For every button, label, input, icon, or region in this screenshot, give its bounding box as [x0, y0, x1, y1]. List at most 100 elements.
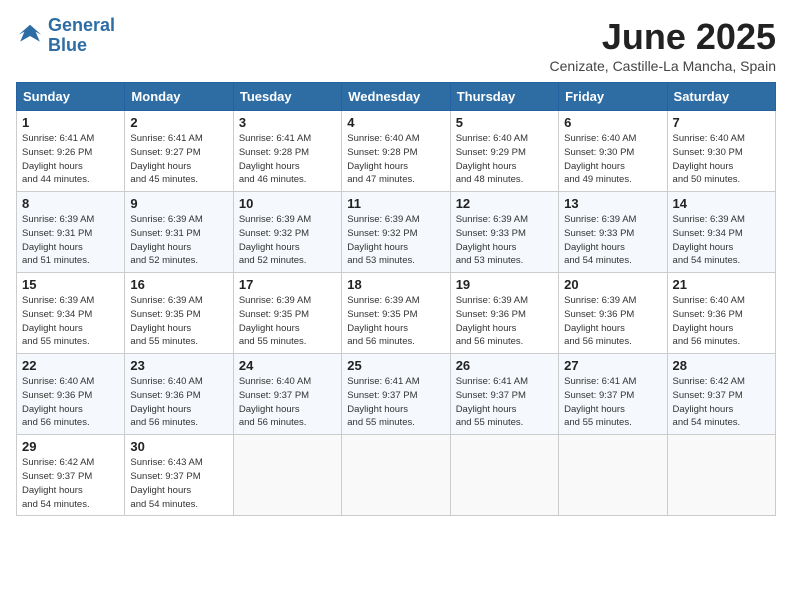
calendar-cell: 18 Sunrise: 6:39 AM Sunset: 9:35 PM Dayl… [342, 273, 450, 354]
calendar-cell: 27 Sunrise: 6:41 AM Sunset: 9:37 PM Dayl… [559, 354, 667, 435]
day-number: 30 [130, 439, 227, 454]
calendar-cell: 30 Sunrise: 6:43 AM Sunset: 9:37 PM Dayl… [125, 435, 233, 516]
day-info: Sunrise: 6:42 AM Sunset: 9:37 PM Dayligh… [22, 456, 119, 511]
day-info: Sunrise: 6:40 AM Sunset: 9:28 PM Dayligh… [347, 132, 444, 187]
month-title: June 2025 [550, 16, 776, 58]
calendar-header-sunday: Sunday [17, 83, 125, 111]
calendar-header-thursday: Thursday [450, 83, 558, 111]
calendar-header-wednesday: Wednesday [342, 83, 450, 111]
day-number: 25 [347, 358, 444, 373]
day-number: 9 [130, 196, 227, 211]
calendar-cell [559, 435, 667, 516]
day-info: Sunrise: 6:41 AM Sunset: 9:37 PM Dayligh… [347, 375, 444, 430]
day-info: Sunrise: 6:40 AM Sunset: 9:36 PM Dayligh… [673, 294, 770, 349]
calendar-cell: 13 Sunrise: 6:39 AM Sunset: 9:33 PM Dayl… [559, 192, 667, 273]
day-info: Sunrise: 6:39 AM Sunset: 9:36 PM Dayligh… [456, 294, 553, 349]
calendar-cell: 17 Sunrise: 6:39 AM Sunset: 9:35 PM Dayl… [233, 273, 341, 354]
calendar-cell [233, 435, 341, 516]
day-number: 27 [564, 358, 661, 373]
day-number: 21 [673, 277, 770, 292]
calendar-header-friday: Friday [559, 83, 667, 111]
calendar-cell: 24 Sunrise: 6:40 AM Sunset: 9:37 PM Dayl… [233, 354, 341, 435]
day-info: Sunrise: 6:39 AM Sunset: 9:33 PM Dayligh… [564, 213, 661, 268]
calendar-cell: 28 Sunrise: 6:42 AM Sunset: 9:37 PM Dayl… [667, 354, 775, 435]
day-number: 4 [347, 115, 444, 130]
calendar-cell: 14 Sunrise: 6:39 AM Sunset: 9:34 PM Dayl… [667, 192, 775, 273]
day-info: Sunrise: 6:39 AM Sunset: 9:33 PM Dayligh… [456, 213, 553, 268]
calendar-cell: 10 Sunrise: 6:39 AM Sunset: 9:32 PM Dayl… [233, 192, 341, 273]
day-info: Sunrise: 6:41 AM Sunset: 9:27 PM Dayligh… [130, 132, 227, 187]
calendar-cell: 29 Sunrise: 6:42 AM Sunset: 9:37 PM Dayl… [17, 435, 125, 516]
day-info: Sunrise: 6:40 AM Sunset: 9:36 PM Dayligh… [22, 375, 119, 430]
day-info: Sunrise: 6:39 AM Sunset: 9:34 PM Dayligh… [673, 213, 770, 268]
day-number: 18 [347, 277, 444, 292]
day-number: 23 [130, 358, 227, 373]
day-number: 11 [347, 196, 444, 211]
calendar-cell [450, 435, 558, 516]
calendar-cell: 20 Sunrise: 6:39 AM Sunset: 9:36 PM Dayl… [559, 273, 667, 354]
calendar-cell: 21 Sunrise: 6:40 AM Sunset: 9:36 PM Dayl… [667, 273, 775, 354]
day-info: Sunrise: 6:39 AM Sunset: 9:31 PM Dayligh… [22, 213, 119, 268]
day-number: 6 [564, 115, 661, 130]
day-number: 13 [564, 196, 661, 211]
day-info: Sunrise: 6:40 AM Sunset: 9:36 PM Dayligh… [130, 375, 227, 430]
calendar-cell: 5 Sunrise: 6:40 AM Sunset: 9:29 PM Dayli… [450, 111, 558, 192]
day-info: Sunrise: 6:41 AM Sunset: 9:28 PM Dayligh… [239, 132, 336, 187]
calendar-cell: 7 Sunrise: 6:40 AM Sunset: 9:30 PM Dayli… [667, 111, 775, 192]
day-info: Sunrise: 6:39 AM Sunset: 9:34 PM Dayligh… [22, 294, 119, 349]
day-number: 15 [22, 277, 119, 292]
calendar-cell: 25 Sunrise: 6:41 AM Sunset: 9:37 PM Dayl… [342, 354, 450, 435]
day-number: 16 [130, 277, 227, 292]
day-info: Sunrise: 6:40 AM Sunset: 9:30 PM Dayligh… [564, 132, 661, 187]
day-number: 5 [456, 115, 553, 130]
logo-text: General Blue [48, 16, 115, 56]
day-number: 7 [673, 115, 770, 130]
calendar-header-saturday: Saturday [667, 83, 775, 111]
calendar-table: SundayMondayTuesdayWednesdayThursdayFrid… [16, 82, 776, 516]
calendar-cell: 6 Sunrise: 6:40 AM Sunset: 9:30 PM Dayli… [559, 111, 667, 192]
day-info: Sunrise: 6:40 AM Sunset: 9:29 PM Dayligh… [456, 132, 553, 187]
calendar-cell: 3 Sunrise: 6:41 AM Sunset: 9:28 PM Dayli… [233, 111, 341, 192]
day-number: 3 [239, 115, 336, 130]
calendar-cell: 19 Sunrise: 6:39 AM Sunset: 9:36 PM Dayl… [450, 273, 558, 354]
day-info: Sunrise: 6:39 AM Sunset: 9:31 PM Dayligh… [130, 213, 227, 268]
day-info: Sunrise: 6:42 AM Sunset: 9:37 PM Dayligh… [673, 375, 770, 430]
day-info: Sunrise: 6:41 AM Sunset: 9:37 PM Dayligh… [456, 375, 553, 430]
day-info: Sunrise: 6:39 AM Sunset: 9:35 PM Dayligh… [130, 294, 227, 349]
day-info: Sunrise: 6:39 AM Sunset: 9:32 PM Dayligh… [239, 213, 336, 268]
logo-bird-icon [16, 22, 44, 50]
day-info: Sunrise: 6:41 AM Sunset: 9:26 PM Dayligh… [22, 132, 119, 187]
calendar-cell: 23 Sunrise: 6:40 AM Sunset: 9:36 PM Dayl… [125, 354, 233, 435]
day-info: Sunrise: 6:39 AM Sunset: 9:36 PM Dayligh… [564, 294, 661, 349]
day-number: 20 [564, 277, 661, 292]
calendar-week-2: 8 Sunrise: 6:39 AM Sunset: 9:31 PM Dayli… [17, 192, 776, 273]
day-number: 12 [456, 196, 553, 211]
calendar-week-1: 1 Sunrise: 6:41 AM Sunset: 9:26 PM Dayli… [17, 111, 776, 192]
day-number: 22 [22, 358, 119, 373]
day-number: 10 [239, 196, 336, 211]
day-number: 28 [673, 358, 770, 373]
calendar-cell: 8 Sunrise: 6:39 AM Sunset: 9:31 PM Dayli… [17, 192, 125, 273]
logo: General Blue [16, 16, 115, 56]
subtitle: Cenizate, Castille-La Mancha, Spain [550, 58, 776, 74]
calendar-cell: 16 Sunrise: 6:39 AM Sunset: 9:35 PM Dayl… [125, 273, 233, 354]
calendar-header-row: SundayMondayTuesdayWednesdayThursdayFrid… [17, 83, 776, 111]
day-number: 24 [239, 358, 336, 373]
day-info: Sunrise: 6:40 AM Sunset: 9:30 PM Dayligh… [673, 132, 770, 187]
calendar-body: 1 Sunrise: 6:41 AM Sunset: 9:26 PM Dayli… [17, 111, 776, 516]
calendar-cell: 15 Sunrise: 6:39 AM Sunset: 9:34 PM Dayl… [17, 273, 125, 354]
day-number: 1 [22, 115, 119, 130]
day-info: Sunrise: 6:39 AM Sunset: 9:32 PM Dayligh… [347, 213, 444, 268]
day-number: 17 [239, 277, 336, 292]
calendar-cell: 11 Sunrise: 6:39 AM Sunset: 9:32 PM Dayl… [342, 192, 450, 273]
day-info: Sunrise: 6:43 AM Sunset: 9:37 PM Dayligh… [130, 456, 227, 511]
day-number: 8 [22, 196, 119, 211]
day-info: Sunrise: 6:39 AM Sunset: 9:35 PM Dayligh… [239, 294, 336, 349]
day-info: Sunrise: 6:39 AM Sunset: 9:35 PM Dayligh… [347, 294, 444, 349]
calendar-cell: 9 Sunrise: 6:39 AM Sunset: 9:31 PM Dayli… [125, 192, 233, 273]
calendar-header-monday: Monday [125, 83, 233, 111]
day-number: 14 [673, 196, 770, 211]
page-header: General Blue June 2025 Cenizate, Castill… [16, 16, 776, 74]
calendar-week-5: 29 Sunrise: 6:42 AM Sunset: 9:37 PM Dayl… [17, 435, 776, 516]
calendar-cell: 2 Sunrise: 6:41 AM Sunset: 9:27 PM Dayli… [125, 111, 233, 192]
